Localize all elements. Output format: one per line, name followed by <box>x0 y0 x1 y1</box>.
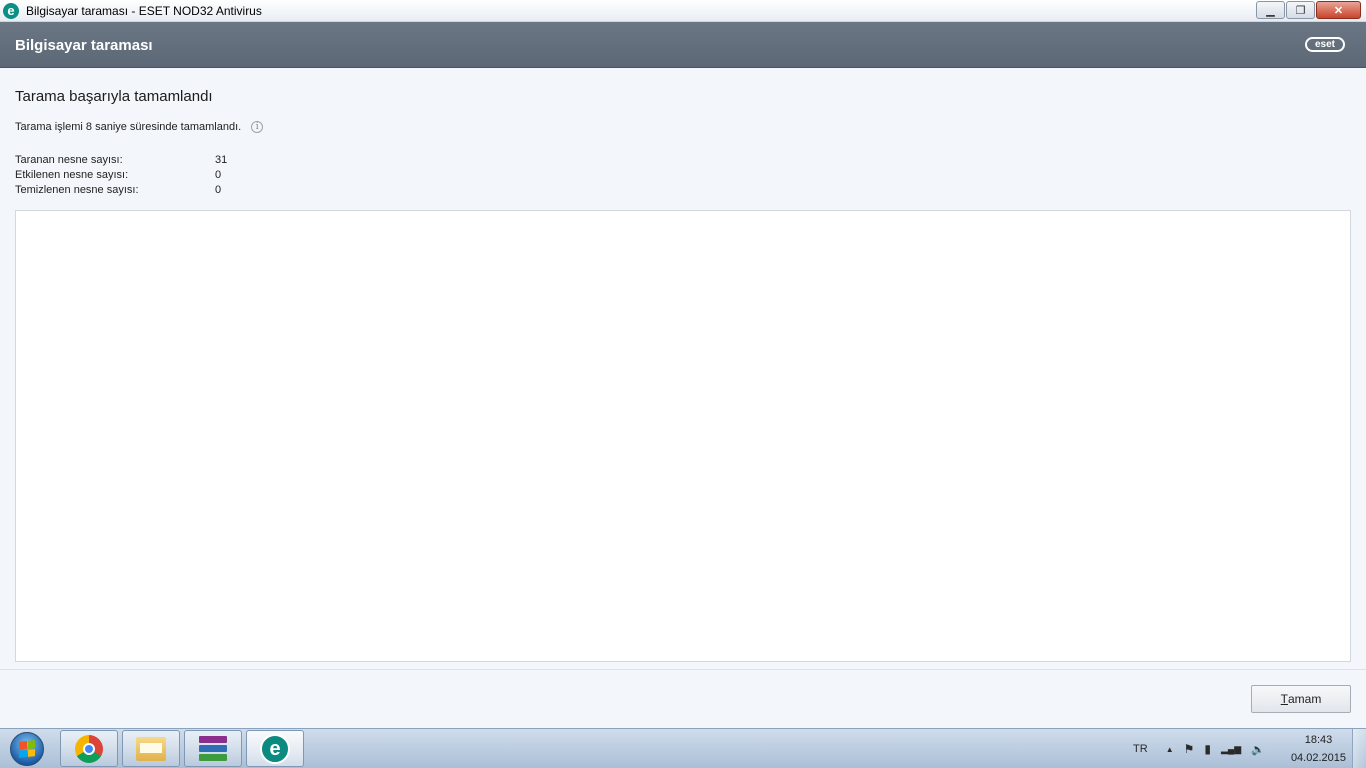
eset-app-icon[interactable]: e <box>3 2 19 19</box>
minimize-button[interactable]: ▁ <box>1256 1 1285 19</box>
ok-button[interactable]: Tamam <box>1251 685 1351 713</box>
file-explorer-icon <box>136 736 166 761</box>
taskbar-chrome[interactable] <box>60 730 118 767</box>
taskbar: e TR ▲ ⚑ ▮ ▂▄▆ 🔈 18:43 04.02.2015 <box>0 728 1366 768</box>
stat-label: Taranan nesne sayısı: <box>15 153 123 166</box>
ok-button-label: amam <box>1288 692 1322 706</box>
taskbar-explorer[interactable] <box>122 730 180 767</box>
power-icon[interactable]: ▮ <box>1204 742 1211 756</box>
language-indicator[interactable]: TR <box>1133 743 1148 755</box>
stat-row-infected: Etkilenen nesne sayısı: 0 <box>15 167 227 182</box>
stat-value: 0 <box>215 183 222 196</box>
scan-log-list[interactable] <box>15 210 1351 662</box>
page-header: Bilgisayar taraması eset <box>0 22 1366 68</box>
eset-icon: e <box>260 733 290 764</box>
stat-row-cleaned: Temizlenen nesne sayısı: 0 <box>15 182 227 197</box>
clock[interactable]: 18:43 04.02.2015 <box>1291 731 1346 767</box>
close-button[interactable]: ✕ <box>1316 1 1361 19</box>
window-title: Bilgisayar taraması - ESET NOD32 Antivir… <box>26 3 262 18</box>
stat-label: Temizlenen nesne sayısı: <box>15 183 139 196</box>
clock-date: 04.02.2015 <box>1290 752 1346 764</box>
taskbar-winrar[interactable] <box>184 730 242 767</box>
network-icon[interactable]: ▂▄▆ <box>1221 744 1241 755</box>
eset-logo: eset <box>1305 37 1345 52</box>
clock-time: 18:43 <box>1304 734 1333 746</box>
stat-row-scanned: Taranan nesne sayısı: 31 <box>15 152 227 167</box>
stat-label: Etkilenen nesne sayısı: <box>15 168 129 181</box>
ok-button-mnemonic: T <box>1280 692 1288 706</box>
info-icon[interactable]: i <box>251 121 264 133</box>
show-desktop-button[interactable] <box>1352 729 1366 768</box>
volume-icon[interactable]: 🔈 <box>1251 743 1265 756</box>
scan-stats: Taranan nesne sayısı: 31 Etkilenen nesne… <box>15 152 227 197</box>
show-hidden-icons-icon[interactable]: ▲ <box>1166 745 1174 754</box>
window-controls: ▁ ❐ ✕ <box>1256 1 1361 19</box>
system-tray: TR ▲ ⚑ ▮ ▂▄▆ 🔈 18:43 04.02.2015 <box>1133 729 1346 768</box>
stat-value: 31 <box>215 153 228 166</box>
scan-results-panel: Tarama başarıyla tamamlandı Tarama işlem… <box>0 69 1366 669</box>
scan-status-heading: Tarama başarıyla tamamlandı <box>15 88 213 105</box>
window-titlebar: e Bilgisayar taraması - ESET NOD32 Antiv… <box>0 0 1366 22</box>
stat-value: 0 <box>215 168 222 181</box>
chrome-icon <box>75 734 103 763</box>
scan-duration: Tarama işlemi 8 saniye süresinde tamamla… <box>15 121 264 133</box>
action-center-icon[interactable]: ⚑ <box>1184 742 1195 756</box>
windows-logo-icon <box>10 732 44 766</box>
taskbar-eset[interactable]: e <box>246 730 304 767</box>
start-button[interactable] <box>5 731 49 767</box>
winrar-icon <box>199 735 227 763</box>
scan-duration-text: Tarama işlemi 8 saniye süresinde tamamla… <box>15 121 242 133</box>
footer-divider <box>0 669 1366 670</box>
restore-button[interactable]: ❐ <box>1286 1 1315 19</box>
page-title: Bilgisayar taraması <box>15 37 153 54</box>
